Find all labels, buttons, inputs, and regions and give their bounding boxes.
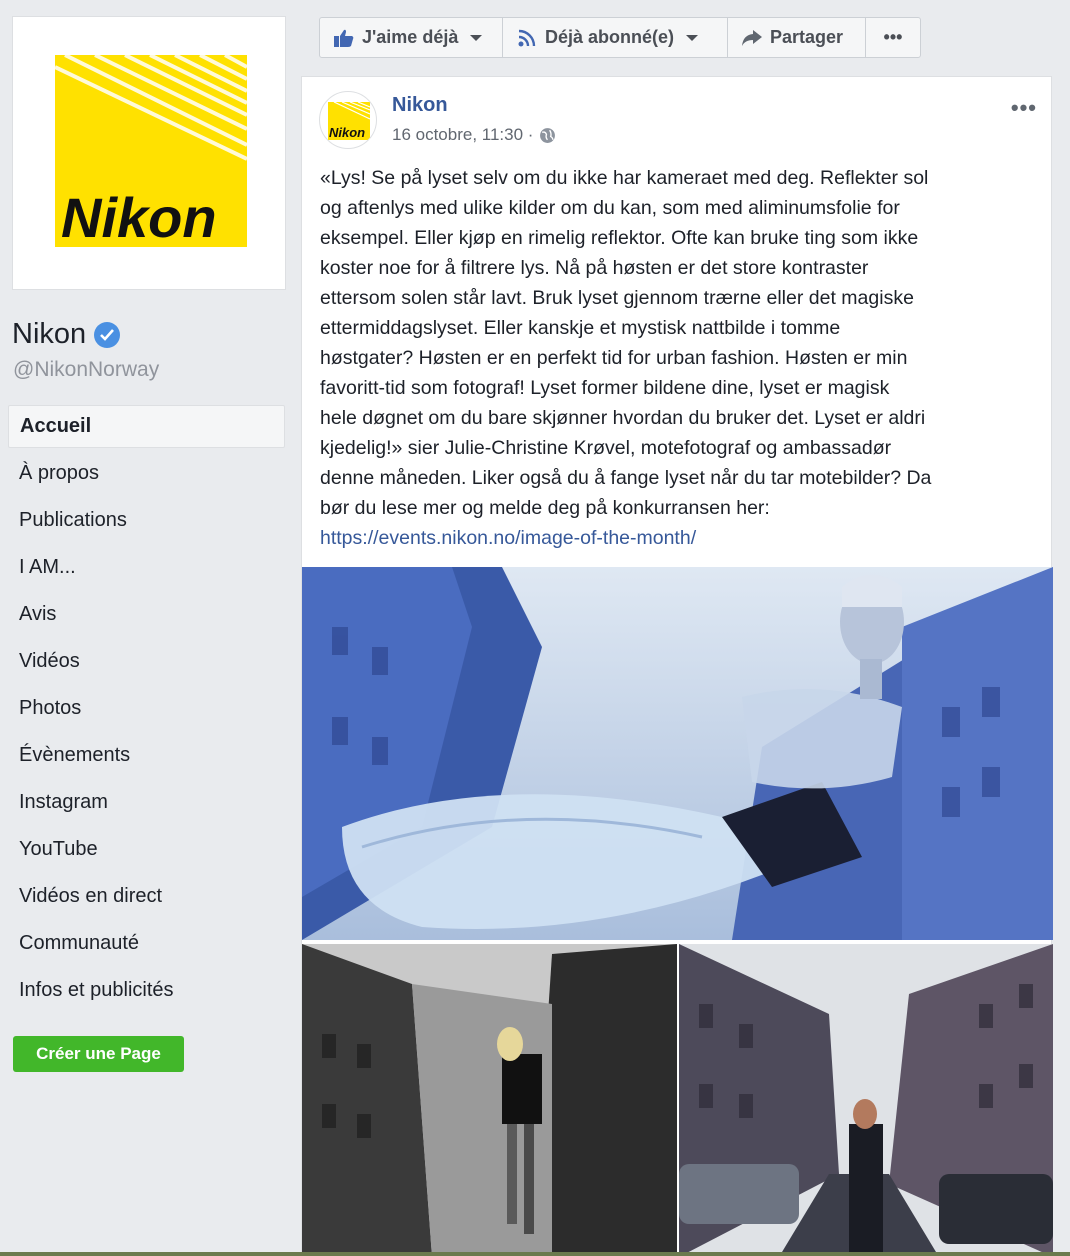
post-avatar[interactable]: Nikon [319,91,377,149]
verified-badge-icon [94,321,121,348]
like-label: J'aime déjà [362,27,459,47]
svg-text:Nikon: Nikon [329,125,365,140]
create-page-button[interactable]: Créer une Page [13,1036,184,1072]
svg-text:Nikon: Nikon [61,186,217,247]
thumbs-up-icon [334,29,354,47]
nav-item-videos-en-direct[interactable]: Vidéos en direct [8,875,285,918]
nav-item-youtube[interactable]: YouTube [8,828,285,871]
nav-item-accueil[interactable]: Accueil [8,405,285,448]
page-handle[interactable]: @NikonNorway [13,358,159,382]
page-action-bar: J'aime déjà Déjà abonné(e) Partager ••• [319,17,921,58]
rss-icon [518,29,536,46]
page-title: Nikon [12,318,121,351]
post-photo-main[interactable] [302,567,1053,940]
post-link[interactable]: https://events.nikon.no/image-of-the-mon… [320,523,696,553]
nav-item-infos-publicites[interactable]: Infos et publicités [8,969,285,1012]
nav-item-instagram[interactable]: Instagram [8,781,285,824]
globe-icon [540,127,556,143]
share-button[interactable]: Partager [728,18,866,57]
nikon-logo-icon: Nikon [328,102,370,140]
nav-item-photos[interactable]: Photos [8,687,285,730]
chevron-down-icon [686,34,699,41]
share-label: Partager [770,27,844,47]
bottom-divider [0,1252,1070,1256]
share-arrow-icon [742,29,762,46]
page-name-text: Nikon [12,318,87,350]
post-body-text: «Lys! Se på lyset selv om du ikke har ka… [320,167,932,519]
post-timestamp[interactable]: 16 octobre, 11:30 · [392,125,556,145]
page-nav: Accueil À propos Publications I AM... Av… [8,405,285,1016]
nav-item-evenements[interactable]: Évènements [8,734,285,777]
like-button[interactable]: J'aime déjà [320,18,503,57]
nav-item-publications[interactable]: Publications [8,499,285,542]
nikon-logo-icon: Nikon [55,55,247,247]
nav-item-i-am[interactable]: I AM... [8,546,285,589]
chevron-down-icon [470,34,483,41]
nav-item-a-propos[interactable]: À propos [8,452,285,495]
post-timestamp-text: 16 octobre, 11:30 · [392,125,534,144]
post-options-button[interactable]: ••• [1011,95,1037,121]
post-photo-bottom-left[interactable] [302,944,677,1256]
nav-item-avis[interactable]: Avis [8,593,285,636]
profile-picture[interactable]: Nikon [12,16,286,290]
post-card: Nikon Nikon 16 octobre, 11:30 · ••• «Lys… [301,76,1053,1256]
post-author-link[interactable]: Nikon [392,94,448,117]
left-column: Nikon Nikon @NikonNorway Accueil À propo… [0,0,300,1256]
post-photo-bottom-right[interactable] [679,944,1053,1256]
nav-item-communaute[interactable]: Communauté [8,922,285,965]
follow-button[interactable]: Déjà abonné(e) [503,18,728,57]
follow-label: Déjà abonné(e) [545,27,675,47]
nav-item-videos[interactable]: Vidéos [8,640,285,683]
more-options-button[interactable]: ••• [866,18,920,57]
